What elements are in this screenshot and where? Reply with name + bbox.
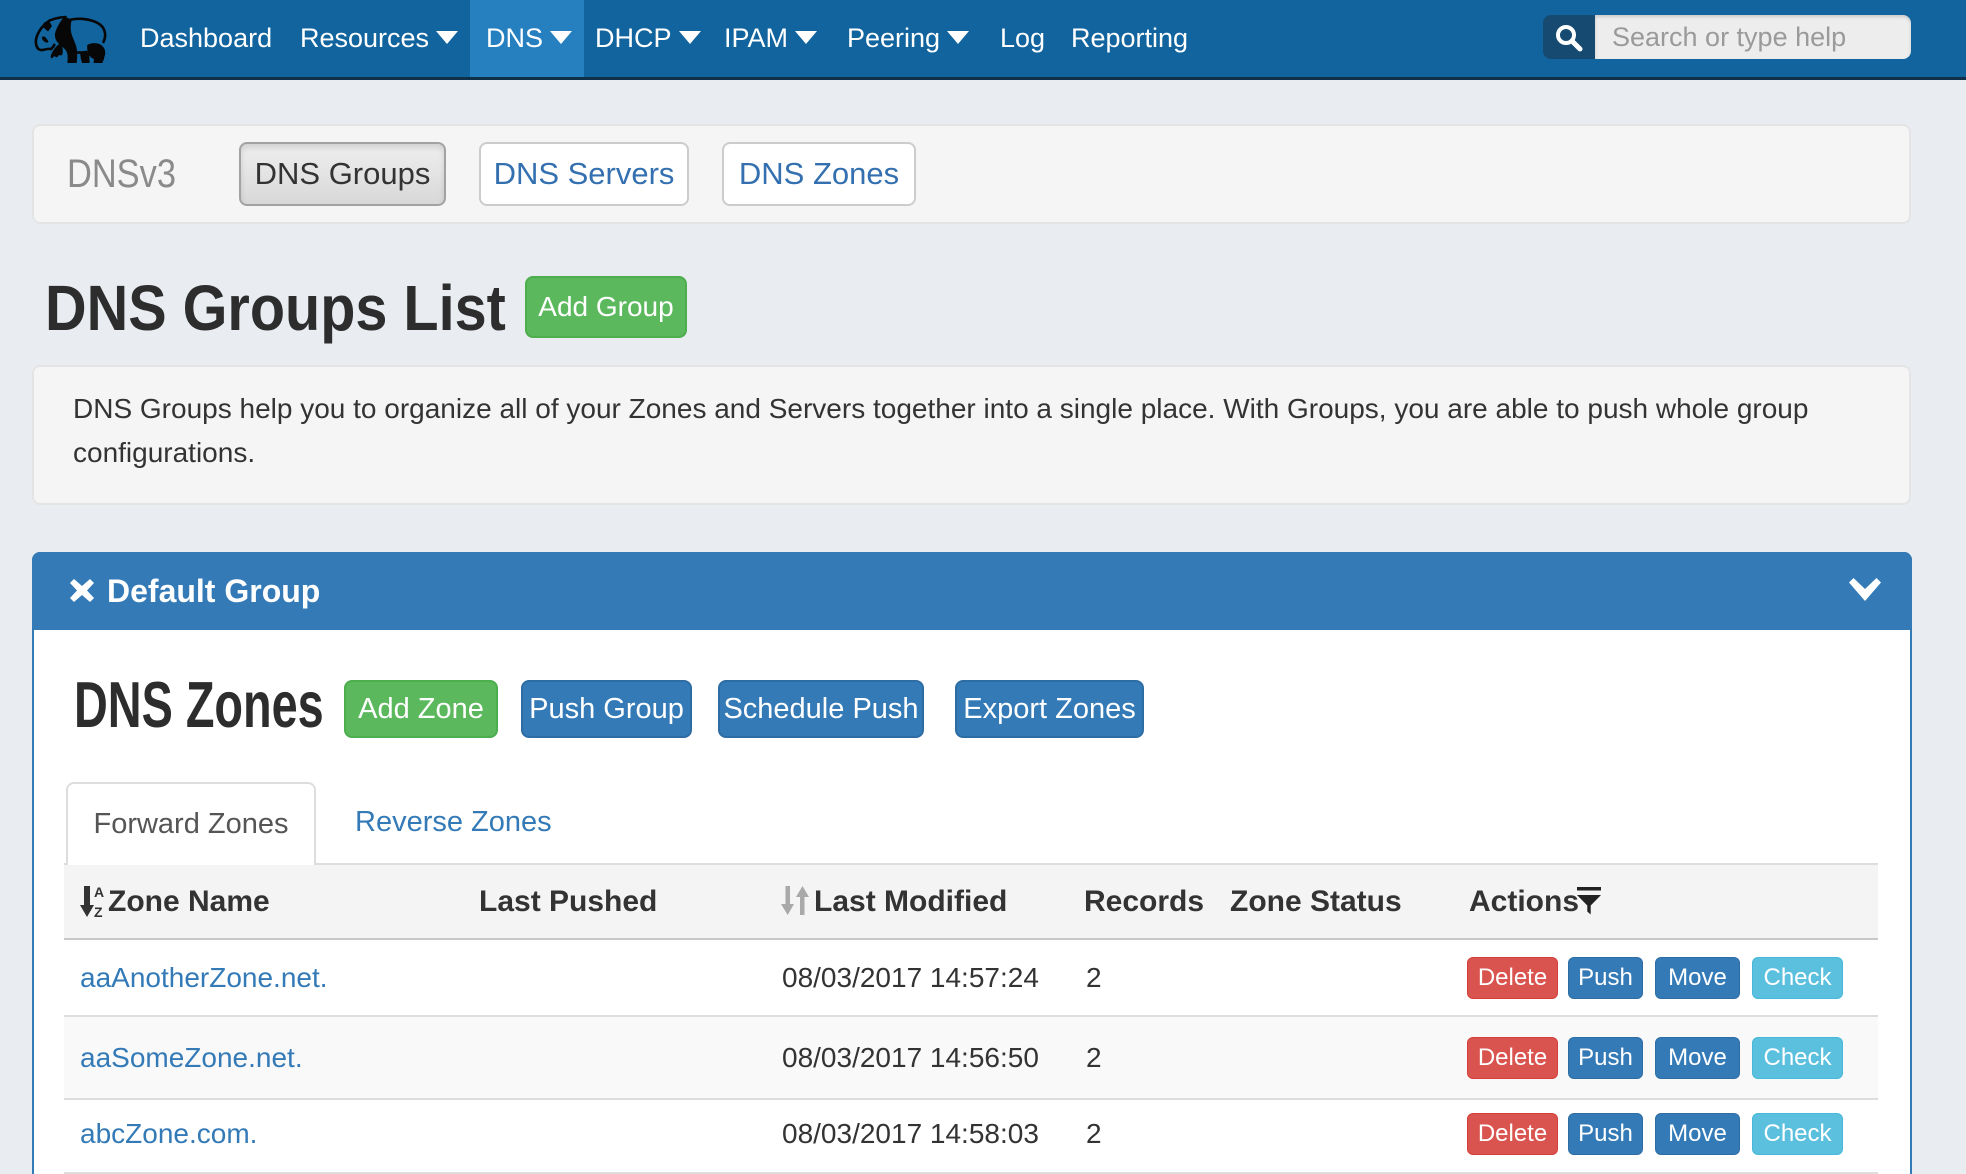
svg-text:Z: Z [94, 904, 103, 918]
svg-text:A: A [94, 886, 104, 900]
